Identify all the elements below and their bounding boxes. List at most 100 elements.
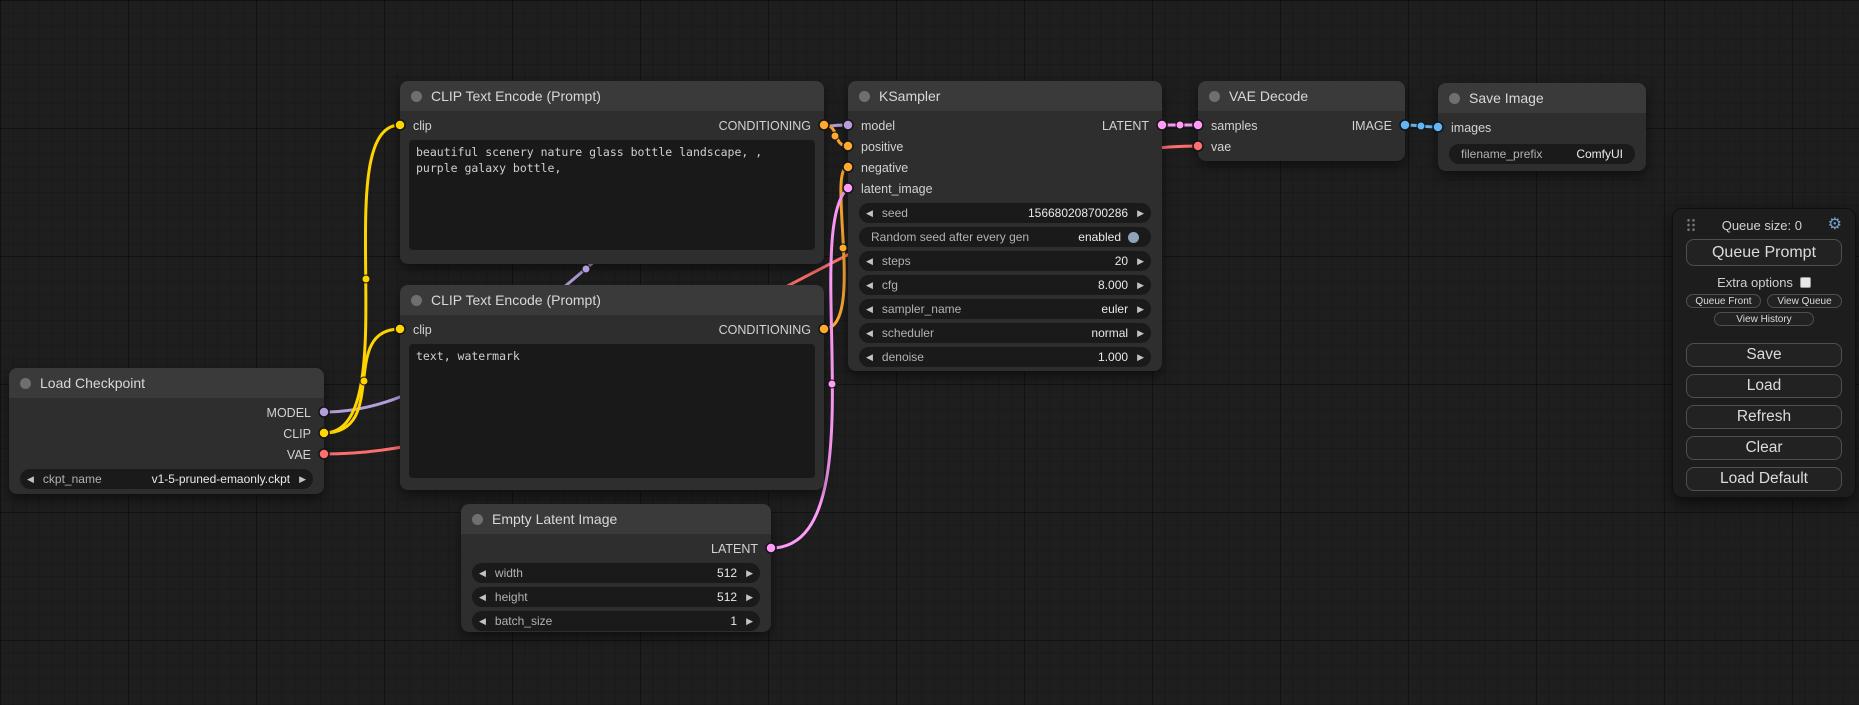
slot-row: latent_image	[848, 178, 1162, 199]
queue-menu-panel: Queue size: 0 ⚙ Queue Prompt Extra optio…	[1672, 208, 1856, 498]
scheduler-widget[interactable]: ◀ scheduler normal ▶	[859, 323, 1151, 343]
gear-icon[interactable]: ⚙	[1828, 217, 1842, 233]
wire-image	[1405, 125, 1438, 127]
node-title: VAE Decode	[1229, 88, 1308, 104]
decrement-arrow-icon[interactable]: ◀	[866, 281, 873, 290]
sampler-name-widget[interactable]: ◀ sampler_name euler ▶	[859, 299, 1151, 319]
decrement-arrow-icon[interactable]: ◀	[479, 593, 486, 602]
view-queue-button[interactable]: View Queue	[1767, 294, 1842, 308]
slot-row: model LATENT	[848, 115, 1162, 136]
increment-arrow-icon[interactable]: ▶	[1137, 329, 1144, 338]
decrement-arrow-icon[interactable]: ◀	[479, 569, 486, 578]
height-widget[interactable]: ◀ height 512 ▶	[472, 587, 760, 607]
node-save-image[interactable]: Save Image images filename_prefix ComfyU…	[1438, 83, 1646, 171]
widget-label: steps	[882, 254, 911, 268]
node-title-bar[interactable]: CLIP Text Encode (Prompt)	[400, 285, 824, 315]
widget-value: 512	[717, 566, 737, 580]
output-row-vae: VAE	[9, 444, 324, 465]
steps-widget[interactable]: ◀ steps 20 ▶	[859, 251, 1151, 271]
prompt-textarea[interactable]: text, watermark	[409, 344, 815, 478]
node-vae-decode[interactable]: VAE Decode samples IMAGE vae	[1198, 81, 1405, 161]
node-empty-latent-image[interactable]: Empty Latent Image LATENT ◀ width 512 ▶ …	[461, 504, 771, 632]
batch-size-widget[interactable]: ◀ batch_size 1 ▶	[472, 611, 760, 631]
decrement-arrow-icon[interactable]: ◀	[866, 257, 873, 266]
slot-row: clip CONDITIONING	[400, 319, 824, 340]
collapse-dot[interactable]	[411, 295, 422, 306]
widget-label: filename_prefix	[1461, 147, 1542, 161]
toggle-indicator[interactable]	[1128, 232, 1139, 243]
collapse-dot[interactable]	[859, 91, 870, 102]
queue-prompt-button[interactable]: Queue Prompt	[1686, 239, 1842, 266]
filename-prefix-widget[interactable]: filename_prefix ComfyUI	[1449, 144, 1635, 164]
widget-value: euler	[1101, 302, 1128, 316]
decrement-arrow-icon[interactable]: ◀	[866, 353, 873, 362]
increment-arrow-icon[interactable]: ▶	[1137, 281, 1144, 290]
node-title-bar[interactable]: KSampler	[848, 81, 1162, 111]
toggle-value: enabled	[1078, 230, 1121, 244]
node-title: KSampler	[879, 88, 940, 104]
clear-button[interactable]: Clear	[1686, 436, 1842, 460]
node-title-bar[interactable]: Load Checkpoint	[9, 368, 324, 398]
load-button[interactable]: Load	[1686, 374, 1842, 398]
input-label-negative: negative	[861, 161, 908, 175]
node-load-checkpoint[interactable]: Load Checkpoint MODEL CLIP VAE ◀ ckpt_na…	[9, 368, 324, 494]
collapse-dot[interactable]	[1209, 91, 1220, 102]
node-title-bar[interactable]: Save Image	[1438, 83, 1646, 113]
input-label-model: model	[861, 119, 895, 133]
collapse-dot[interactable]	[472, 514, 483, 525]
graph-canvas[interactable]: Load Checkpoint MODEL CLIP VAE ◀ ckpt_na…	[0, 0, 1859, 705]
widget-value: normal	[1091, 326, 1128, 340]
widget-label: width	[495, 566, 523, 580]
node-ksampler[interactable]: KSampler model LATENT positive negative …	[848, 81, 1162, 371]
cfg-widget[interactable]: ◀ cfg 8.000 ▶	[859, 275, 1151, 295]
increment-arrow-icon[interactable]: ▶	[1137, 353, 1144, 362]
node-title-bar[interactable]: Empty Latent Image	[461, 504, 771, 534]
slot-row: vae	[1198, 136, 1405, 157]
increment-arrow-icon[interactable]: ▶	[1137, 209, 1144, 218]
decrement-arrow-icon[interactable]: ◀	[866, 305, 873, 314]
widget-label: seed	[882, 206, 908, 220]
seed-widget[interactable]: ◀ seed 156680208700286 ▶	[859, 203, 1151, 223]
width-widget[interactable]: ◀ width 512 ▶	[472, 563, 760, 583]
node-title: CLIP Text Encode (Prompt)	[431, 292, 601, 308]
slot-row: samples IMAGE	[1198, 115, 1405, 136]
queue-size-label: Queue size: 0	[1696, 218, 1828, 233]
output-label-clip: CLIP	[283, 427, 311, 441]
denoise-widget[interactable]: ◀ denoise 1.000 ▶	[859, 347, 1151, 367]
queue-front-button[interactable]: Queue Front	[1686, 294, 1761, 308]
widget-value: v1-5-pruned-emaonly.ckpt	[152, 472, 291, 486]
node-title-bar[interactable]: VAE Decode	[1198, 81, 1405, 111]
increment-arrow-icon[interactable]: ▶	[746, 617, 753, 626]
view-history-button[interactable]: View History	[1714, 312, 1814, 326]
save-button[interactable]: Save	[1686, 343, 1842, 367]
input-label-images: images	[1451, 121, 1491, 135]
load-default-button[interactable]: Load Default	[1686, 467, 1842, 491]
node-clip-text-encode-positive[interactable]: CLIP Text Encode (Prompt) clip CONDITION…	[400, 81, 824, 264]
node-clip-text-encode-negative[interactable]: CLIP Text Encode (Prompt) clip CONDITION…	[400, 285, 824, 490]
prompt-textarea[interactable]: beautiful scenery nature glass bottle la…	[409, 140, 815, 250]
collapse-dot[interactable]	[411, 91, 422, 102]
random-seed-toggle[interactable]: Random seed after every gen enabled	[859, 227, 1151, 247]
refresh-button[interactable]: Refresh	[1686, 405, 1842, 429]
node-title-bar[interactable]: CLIP Text Encode (Prompt)	[400, 81, 824, 111]
output-row-latent: LATENT	[461, 538, 771, 559]
widget-value: 8.000	[1098, 278, 1128, 292]
slot-row: positive	[848, 136, 1162, 157]
extra-options-checkbox[interactable]	[1800, 277, 1811, 288]
drag-handle-icon[interactable]	[1686, 218, 1696, 232]
increment-arrow-icon[interactable]: ▶	[746, 569, 753, 578]
decrement-arrow-icon[interactable]: ◀	[479, 617, 486, 626]
increment-arrow-icon[interactable]: ▶	[746, 593, 753, 602]
increment-arrow-icon[interactable]: ▶	[299, 475, 306, 484]
widget-label: height	[495, 590, 528, 604]
increment-arrow-icon[interactable]: ▶	[1137, 305, 1144, 314]
collapse-dot[interactable]	[1449, 93, 1460, 104]
decrement-arrow-icon[interactable]: ◀	[866, 329, 873, 338]
increment-arrow-icon[interactable]: ▶	[1137, 257, 1144, 266]
ckpt-name-widget[interactable]: ◀ ckpt_name v1-5-pruned-emaonly.ckpt ▶	[20, 469, 313, 489]
collapse-dot[interactable]	[20, 378, 31, 389]
output-label-latent: LATENT	[1102, 119, 1149, 133]
decrement-arrow-icon[interactable]: ◀	[27, 475, 34, 484]
toggle-label: Random seed after every gen	[871, 230, 1029, 244]
decrement-arrow-icon[interactable]: ◀	[866, 209, 873, 218]
